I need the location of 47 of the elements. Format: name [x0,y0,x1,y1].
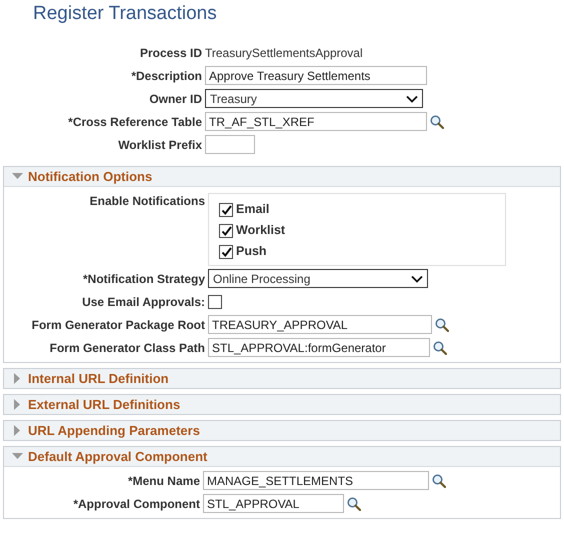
search-icon[interactable] [430,115,444,129]
input-field[interactable]: TR_AF_STL_XREF [205,112,427,131]
field-label: Worklist Prefix [117,137,203,152]
search-icon[interactable] [432,474,446,488]
section-header[interactable]: Internal URL Definition [4,369,560,388]
section-title: External URL Definitions [28,397,180,412]
checkbox[interactable] [219,224,233,238]
input-field[interactable]: MANAGE_SETTLEMENTS [203,471,429,490]
section-header[interactable]: URL Appending Parameters [4,421,560,440]
field-label: Owner ID [148,91,203,106]
field-label: *Description [130,68,203,83]
checkbox-label: Email [236,202,270,216]
section-header[interactable]: Default Approval Component [4,447,560,467]
field-value: TreasurySettlementsApproval [205,45,363,60]
field-label: Use Email Approvals: [81,294,206,309]
field-label: *Cross Reference Table [67,114,203,129]
field-label: Enable Notifications [88,193,206,208]
checkbox[interactable] [219,203,233,217]
field-label: *Notification Strategy [82,271,206,286]
input-field[interactable]: Approve Treasury Settlements [205,66,427,85]
input-field[interactable]: STL_APPROVAL [203,494,344,513]
field-label: Form Generator Class Path [48,340,206,355]
section-header[interactable]: Notification Options [4,167,560,187]
section-title: Internal URL Definition [28,371,169,386]
section-title: Default Approval Component [28,449,208,464]
section-title: Notification Options [28,169,152,184]
section-title: URL Appending Parameters [28,423,200,438]
chevron-down-icon [406,94,418,102]
page-title: Register Transactions [32,2,218,26]
search-icon[interactable] [347,497,361,511]
dropdown[interactable]: Online Processing [208,269,428,288]
field-label: *Approval Component [72,496,201,511]
section-header[interactable]: External URL Definitions [4,395,560,414]
input-field[interactable]: STL_APPROVAL:formGenerator [208,338,430,357]
field-label: Process ID [138,45,203,60]
checkbox-label: Worklist [236,222,286,236]
search-icon[interactable] [433,341,447,355]
checkbox-label: Push [236,244,267,258]
checkbox[interactable] [208,295,222,309]
checkbox[interactable] [219,245,233,259]
input-field[interactable] [205,135,255,154]
dropdown[interactable]: Treasury [205,89,423,108]
field-label: Form Generator Package Root [30,317,206,332]
field-label: *Menu Name [126,473,201,488]
search-icon[interactable] [435,318,449,332]
input-field[interactable]: TREASURY_APPROVAL [208,315,432,334]
chevron-down-icon [411,274,423,282]
